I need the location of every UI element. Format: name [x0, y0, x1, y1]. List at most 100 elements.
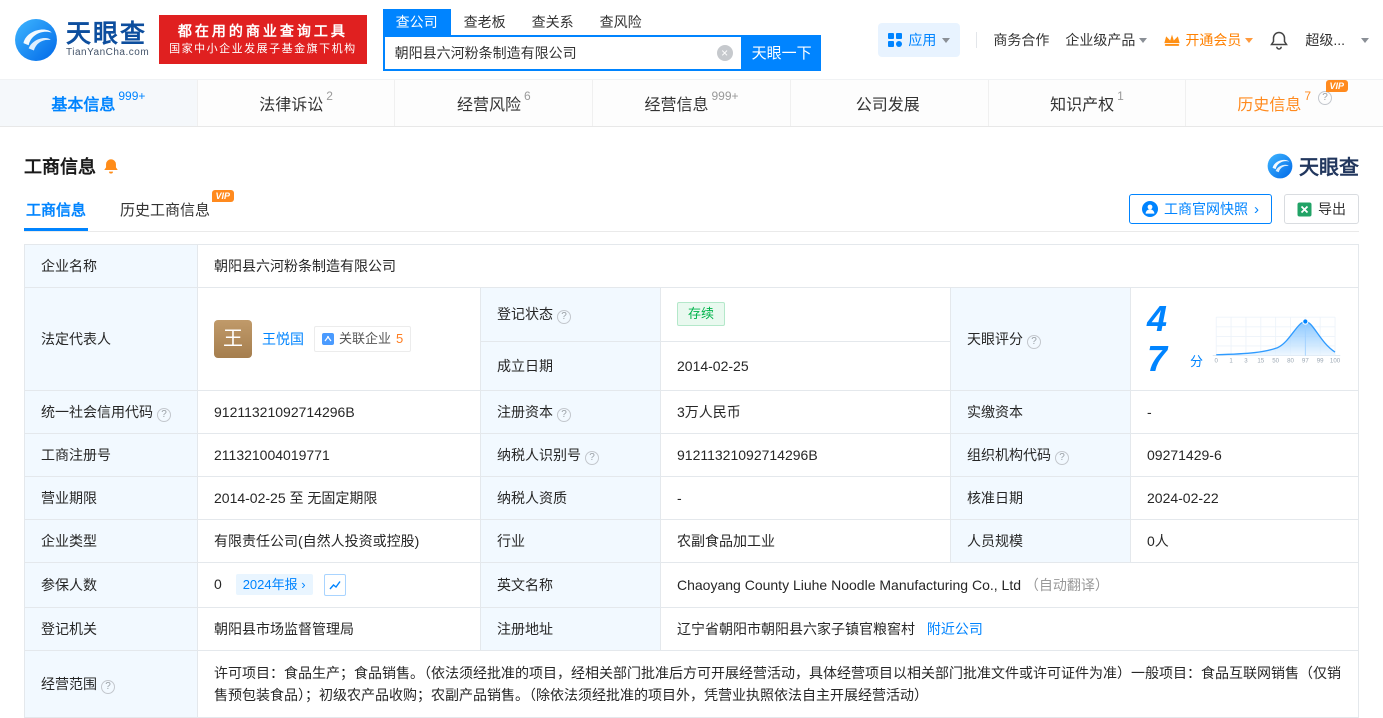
apps-menu[interactable]: 应用 [878, 22, 961, 57]
subtab-history-registration[interactable]: 历史工商信息 VIP [118, 190, 235, 231]
help-icon[interactable] [1318, 91, 1333, 105]
table-row: 工商注册号 211321004019771 纳税人识别号 91211321092… [24, 433, 1359, 477]
help-icon[interactable] [585, 451, 599, 465]
export-label: 导出 [1318, 201, 1346, 217]
taxpayer-id-label-text: 纳税人识别号 [497, 447, 581, 463]
reg-status-label: 登记状态 [480, 287, 661, 342]
related-companies-chip[interactable]: 关联企业 5 [314, 326, 412, 352]
apps-grid-icon [888, 32, 903, 47]
reg-authority-value: 朝阳县市场监督管理局 [197, 607, 481, 652]
reg-number-label: 工商注册号 [24, 433, 198, 477]
search-tabs: 查公司 查老板 查关系 查风险 [382, 8, 821, 35]
excel-icon [1297, 202, 1312, 216]
open-vip-menu[interactable]: 开通会员 [1163, 30, 1254, 50]
tab-intellectual-property[interactable]: 知识产权 1 [989, 80, 1187, 126]
paid-capital-label: 实缴资本 [950, 390, 1131, 434]
help-icon[interactable] [1055, 451, 1069, 465]
monitor-bell-icon[interactable] [102, 157, 120, 175]
search-tab-relation[interactable]: 查关系 [519, 9, 587, 35]
notification-bell-icon[interactable] [1269, 30, 1289, 50]
tab-basic-info[interactable]: 基本信息 999+ [0, 80, 198, 126]
tab-label: 法律诉讼 [259, 97, 324, 114]
reg-address-label: 注册地址 [480, 607, 661, 652]
tab-count: 999+ [118, 89, 146, 103]
tab-operational-risk[interactable]: 经营风险 6 [395, 80, 594, 126]
search-tab-company[interactable]: 查公司 [382, 8, 451, 35]
section-title: 工商信息 [24, 156, 96, 177]
official-snapshot-button[interactable]: 工商官网快照 [1129, 194, 1272, 224]
reg-authority-label: 登记机关 [24, 607, 198, 652]
enterprise-products-menu[interactable]: 企业级产品 [1065, 30, 1148, 50]
search-box [382, 34, 743, 71]
help-icon[interactable] [557, 408, 571, 422]
tab-count: 7 [1304, 89, 1312, 103]
search-tab-risk[interactable]: 查风险 [587, 9, 655, 35]
business-term-value: 2014-02-25 至 无固定期限 [197, 476, 481, 520]
subtab-business-registration[interactable]: 工商信息 [24, 199, 88, 231]
business-scope-label: 经营范围 [24, 650, 198, 718]
chevron-down-icon [942, 38, 951, 47]
table-row: 营业期限 2014-02-25 至 无固定期限 纳税人资质 - 核准日期 202… [24, 476, 1359, 520]
top-header: 天眼查 TianYanCha.com 都在用的商业查询工具 国家中小企业发展子基… [0, 0, 1383, 80]
help-icon[interactable] [101, 680, 115, 695]
search-row: 天眼一下 [382, 34, 821, 71]
nearby-companies-link[interactable]: 附近公司 [927, 621, 983, 637]
score-label-text: 天眼评分 [967, 331, 1023, 347]
table-row: 企业名称 朝阳县六河粉条制造有限公司 [24, 244, 1359, 288]
company-type-value: 有限责任公司(自然人投资或控股) [197, 519, 481, 563]
reg-capital-label-text: 注册资本 [497, 404, 553, 420]
legal-rep-name-link[interactable]: 王悦国 [262, 329, 304, 349]
tab-label: 公司发展 [855, 97, 920, 114]
svg-text:97: 97 [1302, 358, 1309, 365]
org-code-label: 组织机构代码 [950, 433, 1131, 477]
svg-text:100: 100 [1330, 358, 1341, 365]
legal-rep-label: 法定代表人 [24, 287, 198, 391]
crown-icon [1164, 34, 1180, 46]
section-actions: 工商官网快照 导出 [1129, 194, 1359, 231]
svg-text:3: 3 [1244, 358, 1248, 365]
tab-legal-proceedings[interactable]: 法律诉讼 2 [198, 80, 396, 126]
english-name-value: Chaoyang County Liuhe Noodle Manufacturi… [677, 577, 1021, 594]
export-button[interactable]: 导出 [1284, 194, 1359, 224]
search-tab-boss[interactable]: 查老板 [451, 9, 519, 35]
industry-label: 行业 [480, 519, 661, 563]
insured-trend-chart-icon[interactable] [324, 574, 347, 597]
annual-report-link[interactable]: 2024年报 [235, 574, 313, 595]
tab-company-development[interactable]: 公司发展 [791, 80, 989, 126]
help-icon[interactable] [157, 408, 171, 422]
tab-label: 历史信息 [1237, 97, 1302, 114]
tab-count: 1 [1117, 89, 1124, 103]
clear-search-icon[interactable] [716, 44, 733, 61]
company-name-value: 朝阳县六河粉条制造有限公司 [197, 244, 1359, 288]
related-companies-icon [322, 333, 334, 345]
company-name-label: 企业名称 [24, 244, 198, 288]
svg-text:99: 99 [1317, 358, 1324, 365]
tab-count: 2 [326, 89, 333, 103]
help-icon[interactable] [557, 310, 571, 325]
search-button[interactable]: 天眼一下 [742, 34, 821, 71]
search-input[interactable] [392, 43, 717, 62]
logo-title: 天眼查 [66, 20, 148, 48]
tab-label: 基本信息 [51, 97, 116, 114]
tab-business-info[interactable]: 经营信息 999+ [593, 80, 791, 126]
staff-size-label: 人员规模 [950, 519, 1131, 563]
business-scope-value: 许可项目：食品生产；食品销售。（依法须经批准的项目，经相关部门批准后方可开展经营… [197, 650, 1359, 718]
reg-capital-label: 注册资本 [480, 390, 661, 434]
tianyancha-logo[interactable]: 天眼查 TianYanCha.com [14, 18, 149, 62]
tab-label: 知识产权 [1050, 97, 1115, 114]
reg-address-value: 辽宁省朝阳市朝阳县六家子镇官粮窖村 [677, 621, 915, 638]
collapse-chevron-icon[interactable] [1361, 38, 1369, 47]
apps-label: 应用 [908, 31, 937, 48]
credit-code-value: 91211321092714296B [197, 390, 481, 434]
legal-rep-avatar[interactable]: 王 [214, 320, 252, 358]
score-unit: 分 [1189, 354, 1203, 369]
established-label: 成立日期 [480, 340, 661, 392]
business-cooperation-link[interactable]: 商务合作 [993, 30, 1049, 50]
auto-translate-note: （自动翻译） [1024, 577, 1109, 594]
insured-count-value: 0 [214, 576, 222, 592]
super-vip-menu[interactable]: 超级... [1305, 30, 1345, 50]
tab-history-info[interactable]: 历史信息7 VIP [1186, 80, 1383, 126]
legal-rep-cell: 王 王悦国 关联企业 5 [197, 287, 481, 391]
help-icon[interactable] [1027, 335, 1041, 349]
section-head: 工商信息 天眼查 [0, 127, 1383, 190]
